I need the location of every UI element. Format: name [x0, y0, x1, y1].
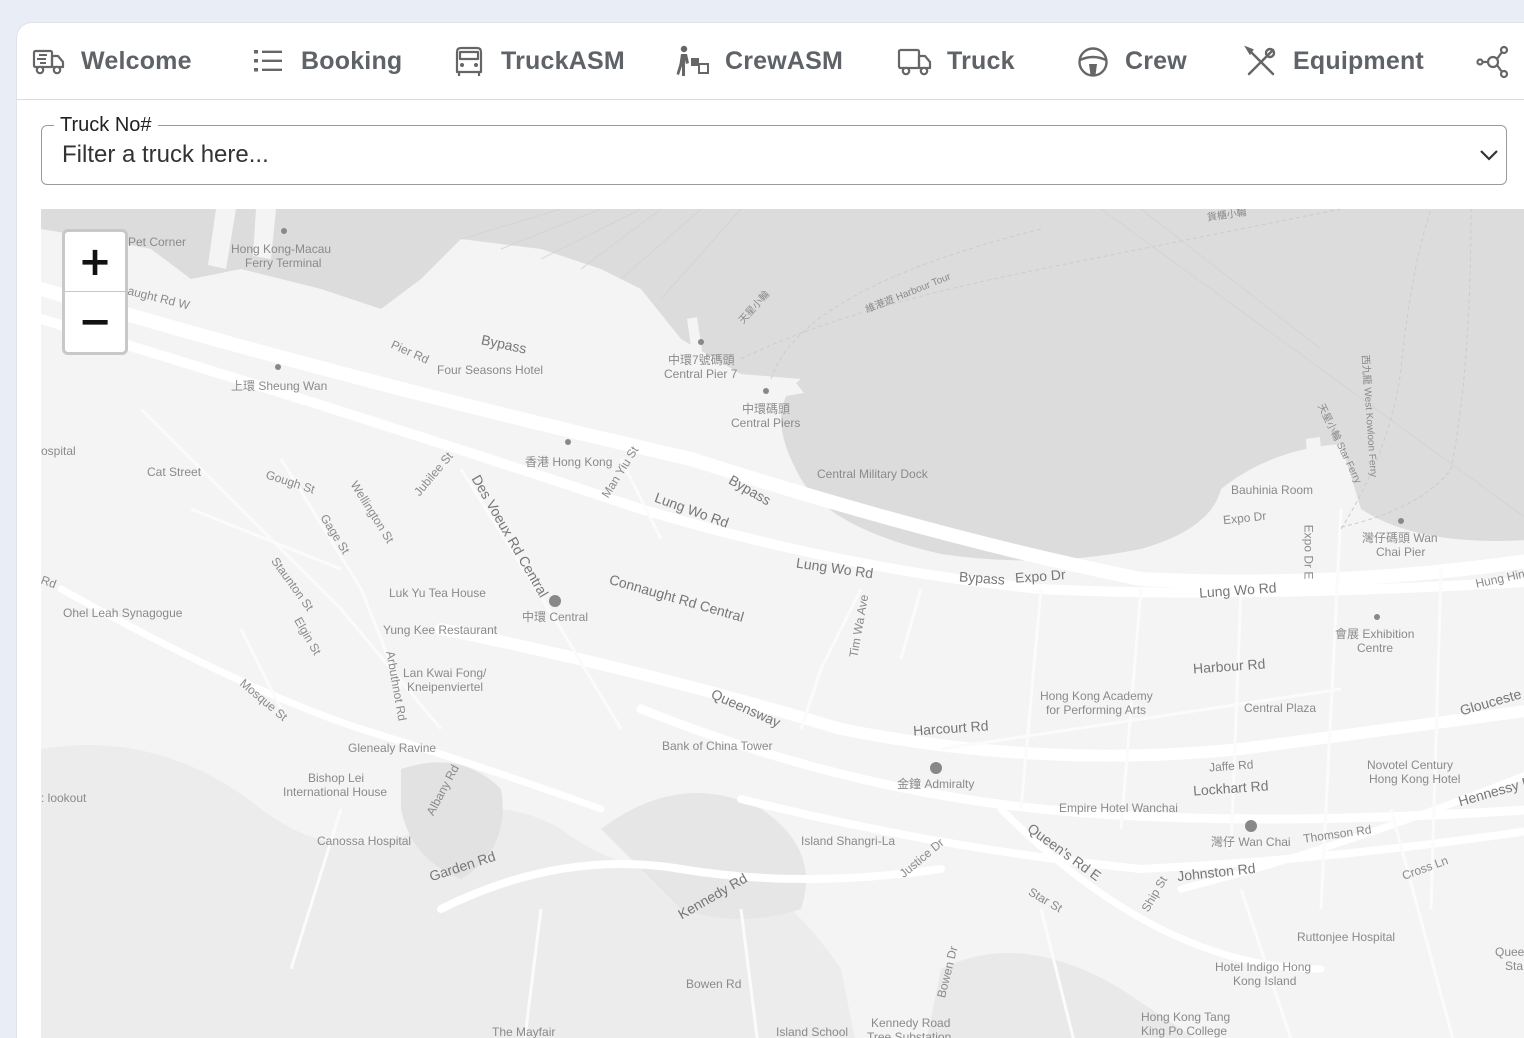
map-label: Island Shangri-La: [801, 834, 896, 848]
truck-filter-select[interactable]: Truck No#: [41, 114, 1507, 185]
map-label: Empire Hotel Wanchai: [1059, 801, 1178, 815]
map-label: Island School: [776, 1025, 849, 1038]
map-label: Kneipenviertel: [407, 680, 484, 694]
tab-label: Crew: [1125, 47, 1187, 75]
tab-label: TruckASM: [501, 47, 625, 75]
map-label: Canossa Hospital: [317, 834, 412, 848]
tab-crew[interactable]: Crew: [1075, 23, 1187, 100]
map-label: Bishop Lei: [308, 771, 365, 785]
map-label: Ohel Leah Synagogue: [63, 606, 183, 620]
map-label: : lookout: [41, 791, 87, 805]
map-label: Yung Kee Restaurant: [383, 623, 498, 637]
chevron-down-icon[interactable]: [1478, 144, 1500, 166]
map-label: 灣仔碼頭 Wan: [1362, 531, 1438, 545]
map-label: Cat Street: [147, 465, 202, 479]
map-label: Centre: [1357, 641, 1394, 655]
map-label: Central Piers: [731, 416, 801, 430]
map-label: Sta: [1505, 959, 1524, 973]
zoom-control: + −: [62, 229, 128, 355]
map-label: The Mayfair: [492, 1025, 556, 1038]
zoom-out-button[interactable]: −: [65, 292, 125, 352]
truck-icon: [897, 48, 932, 75]
map-label: 中環7號碼頭: [668, 353, 735, 367]
map-label: Lan Kwai Fong/: [403, 666, 487, 680]
main-tab-bar: Welcome Booking TruckASM CrewASM Truck C…: [17, 23, 1524, 100]
map-tiles: [41, 209, 1524, 1038]
map-label: Hong Kong Academy: [1040, 689, 1153, 703]
tab-label: Welcome: [81, 47, 192, 75]
map-label: Hotel Indigo Hong: [1215, 960, 1312, 974]
map-label: Queen E: [1495, 945, 1524, 959]
zoom-in-button[interactable]: +: [65, 232, 125, 292]
tab-truckasm[interactable]: TruckASM: [451, 23, 625, 100]
map-label: Central Plaza: [1244, 701, 1317, 715]
map-label: 金鐘 Admiralty: [897, 777, 975, 791]
map-label: Chai Pier: [1376, 545, 1426, 559]
tab-truck[interactable]: Truck: [897, 23, 1015, 100]
map-label: 上環 Sheung Wan: [231, 379, 328, 393]
truck-fast-icon: [32, 49, 65, 74]
tab-more[interactable]: [1475, 23, 1511, 100]
map-label: 會展 Exhibition: [1335, 627, 1415, 641]
map-label: Bowen Rd: [686, 977, 742, 991]
map-label: Expo Dr: [1014, 566, 1067, 586]
map-label: Bauhinia Room: [1231, 483, 1314, 497]
tab-welcome[interactable]: Welcome: [31, 23, 192, 100]
map-label: Tree Substation: [867, 1030, 952, 1038]
map-label: Central Military Dock: [817, 467, 928, 481]
list-icon: [254, 49, 282, 71]
app-card: Welcome Booking TruckASM CrewASM Truck C…: [16, 22, 1524, 1038]
map-label: for Performing Arts: [1046, 703, 1147, 717]
map-label: Luk Yu Tea House: [389, 586, 486, 600]
map-label: Bypass: [958, 568, 1006, 588]
steering-wheel-icon: [1078, 46, 1108, 77]
map-label: 中環 Central: [522, 610, 589, 624]
map-label: Four Seasons Hotel: [437, 363, 544, 377]
map-label: Hong Kong-Macau: [231, 242, 332, 256]
tab-label: Equipment: [1293, 47, 1424, 75]
car-front-icon: [455, 46, 483, 76]
map-label: Central Pier 7: [664, 367, 738, 381]
map-label: Expo Dr E: [1301, 524, 1316, 580]
map-label: 香港 Hong Kong: [525, 455, 613, 469]
map-label: Hong Kong Tang: [1141, 1010, 1231, 1024]
tab-label: Truck: [947, 47, 1015, 75]
people-carry-icon: [676, 45, 709, 76]
map-label: Ferry Terminal: [245, 256, 322, 270]
map-label: 灣仔 Wan Chai: [1211, 835, 1291, 849]
tab-label: Booking: [301, 47, 403, 75]
map-label: Pet Corner: [128, 235, 187, 249]
map-view[interactable]: + − Pet Corner Hong Kong-Macau Ferry Ter…: [41, 209, 1524, 1038]
map-label: Bank of China Tower: [662, 739, 773, 753]
map-label: Novotel Century: [1367, 758, 1454, 772]
map-label: International House: [283, 785, 388, 799]
truck-filter-input[interactable]: [62, 136, 1442, 174]
map-label: Kong Island: [1233, 974, 1297, 988]
map-label: Hong Kong Hotel: [1369, 772, 1461, 786]
tab-crewasm[interactable]: CrewASM: [675, 23, 843, 100]
map-label: ospital: [41, 444, 76, 458]
map-label: 中環碼頭: [742, 402, 791, 416]
map-label: Ruttonjee Hospital: [1297, 930, 1396, 944]
network-icon: [1476, 45, 1509, 78]
map-label: Kennedy Road: [871, 1016, 951, 1030]
map-label: Glenealy Ravine: [348, 741, 437, 755]
map-label: King Po College: [1141, 1024, 1228, 1038]
tab-equipment[interactable]: Equipment: [1243, 23, 1424, 100]
tab-booking[interactable]: Booking: [251, 23, 402, 100]
tools-icon: [1244, 45, 1276, 75]
truck-filter-label: Truck No#: [54, 114, 158, 136]
tab-label: CrewASM: [725, 47, 844, 75]
